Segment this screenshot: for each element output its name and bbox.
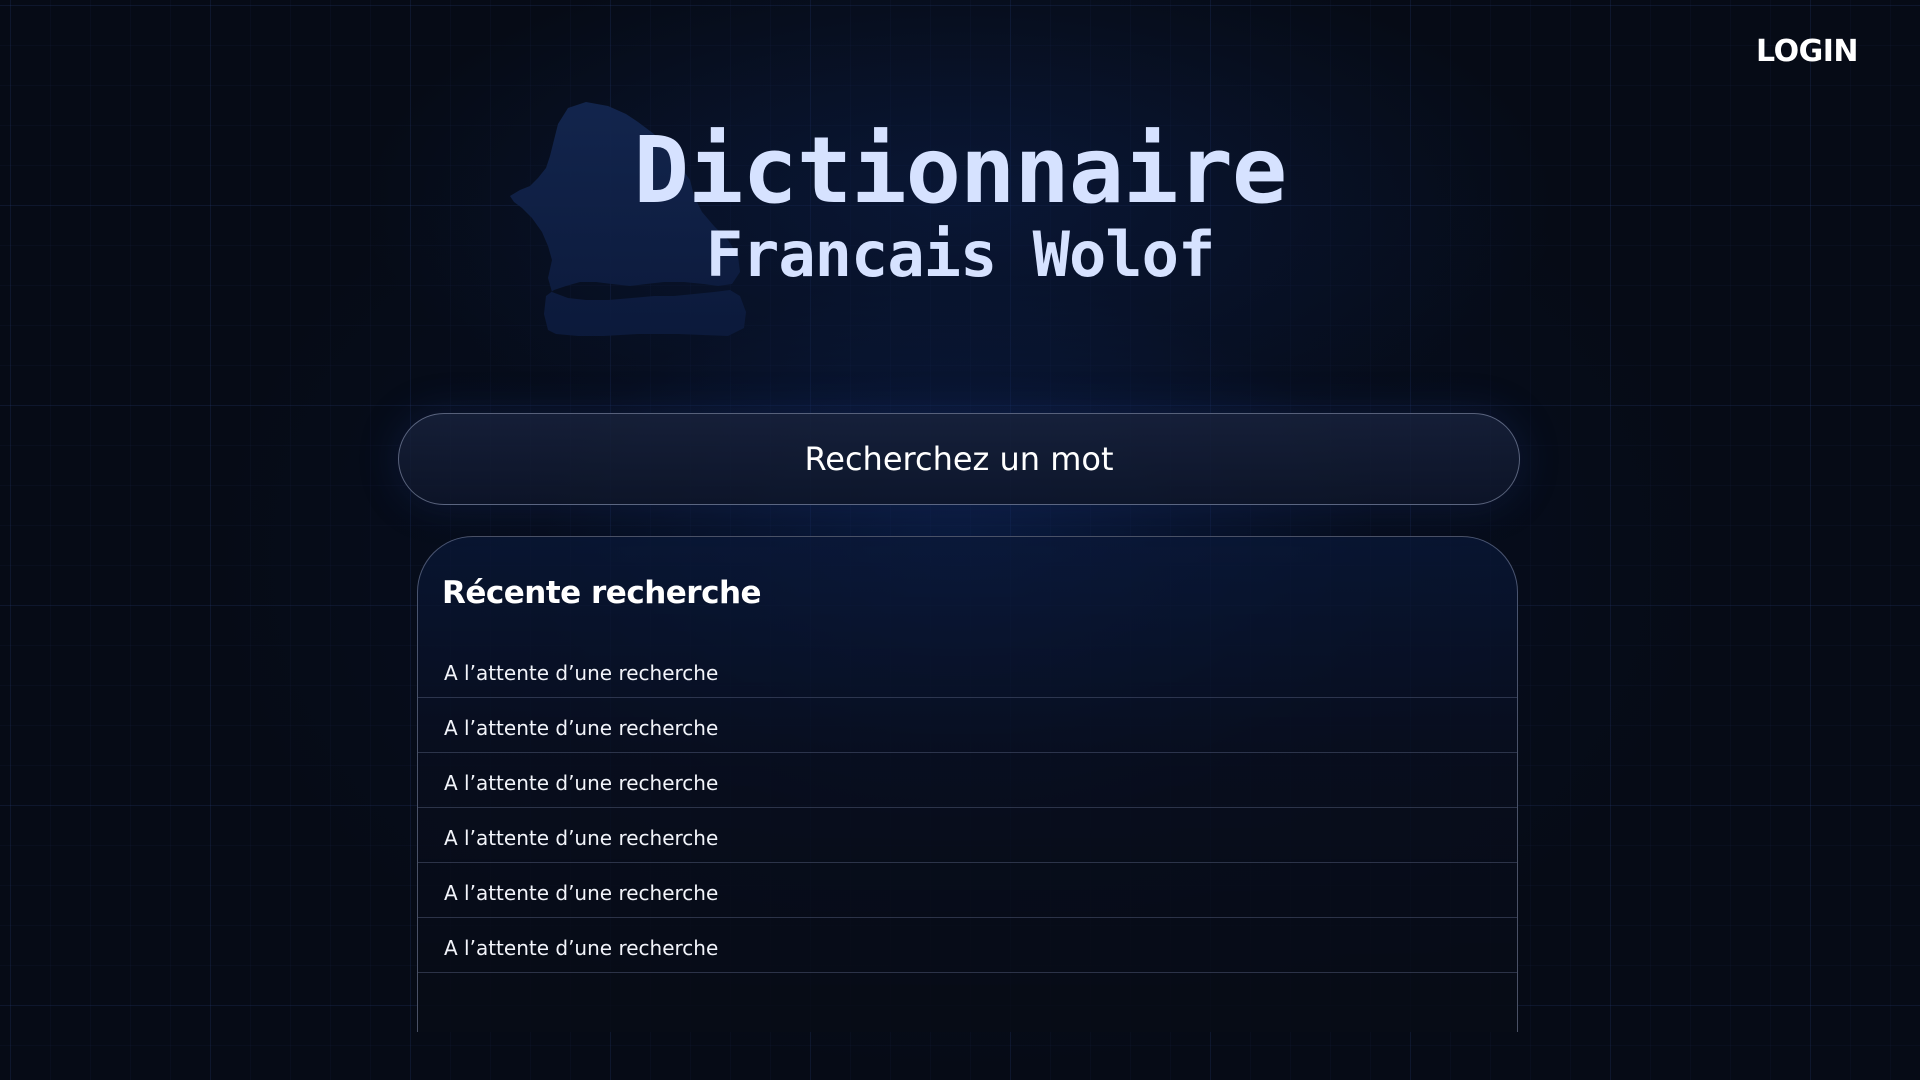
recent-searches-panel: Récente recherche A l’attente d’une rech… [417,536,1518,1032]
search-bar[interactable] [398,413,1520,505]
recent-search-item-label: A l’attente d’une recherche [444,716,719,740]
recent-search-item[interactable]: A l’attente d’une recherche [418,643,1517,698]
page-title: Dictionnaire [633,117,1288,224]
recent-search-item[interactable]: A l’attente d’une recherche [418,808,1517,863]
page-subtitle: Francais Wolof [705,218,1216,291]
recent-searches-list: A l’attente d’une recherche A l’attente … [418,643,1517,973]
login-link[interactable]: LOGIN [1756,34,1858,69]
recent-search-item-label: A l’attente d’une recherche [444,661,719,685]
recent-search-item-label: A l’attente d’une recherche [444,826,719,850]
search-input[interactable] [399,414,1519,504]
recent-search-item[interactable]: A l’attente d’une recherche [418,918,1517,973]
recent-searches-title: Récente recherche [442,575,762,611]
recent-search-item[interactable]: A l’attente d’une recherche [418,753,1517,808]
hero: Dictionnaire Francais Wolof [0,116,1920,290]
recent-search-item-label: A l’attente d’une recherche [444,771,719,795]
recent-search-item-label: A l’attente d’une recherche [444,881,719,905]
recent-search-item[interactable]: A l’attente d’une recherche [418,698,1517,753]
recent-search-item[interactable]: A l’attente d’une recherche [418,863,1517,918]
recent-search-item-label: A l’attente d’une recherche [444,936,719,960]
